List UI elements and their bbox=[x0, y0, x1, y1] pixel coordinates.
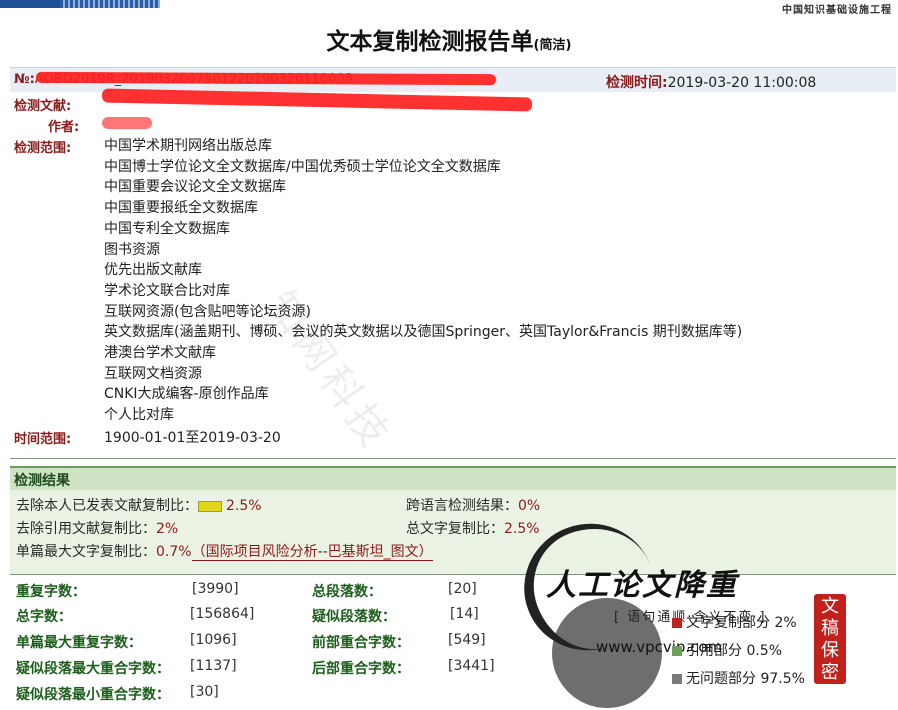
legend-copy-part: 文字复制部分 2% bbox=[672, 612, 797, 632]
section-divider bbox=[10, 458, 896, 459]
total-chars-value: [156864] bbox=[190, 606, 255, 622]
single-max-value: 0.7% bbox=[156, 544, 192, 560]
total-ratio: 总文字复制比：2.5% bbox=[406, 518, 540, 538]
scope-item: 中国重要会议论文全文数据库 bbox=[104, 179, 286, 196]
scope-item: 中国博士学位论文全文数据库/中国优秀硕士学位论文全文数据库 bbox=[104, 158, 501, 175]
self-excluded-value: 2.5% bbox=[226, 498, 262, 514]
scope-list: 中国学术期刊网络出版总库 中国博士学位论文全文数据库/中国优秀硕士学位论文全文数… bbox=[104, 136, 742, 426]
quote-excluded-ratio: 去除引用文献复制比：2% bbox=[16, 518, 178, 538]
result-section-header: 检测结果 bbox=[10, 466, 896, 491]
org-name: 中国知识基础设施工程 bbox=[782, 5, 892, 16]
cross-lang-value: 0% bbox=[518, 498, 541, 514]
single-max-repeat-value: [1096] bbox=[190, 632, 237, 648]
self-excluded-ratio: 去除本人已发表文献复制比： 2.5% bbox=[16, 495, 262, 515]
front-overlap-label: 前部重合字数： bbox=[312, 635, 410, 651]
ratio-bar-icon bbox=[198, 500, 222, 512]
brand-logo-text: 人工论文降重 bbox=[546, 568, 738, 603]
detect-time: 检测时间:2019-03-20 11:00:08 bbox=[606, 72, 816, 92]
single-max-source-link[interactable]: （国际项目风险分析--巴基斯坦_图文） bbox=[191, 544, 433, 561]
total-ratio-value: 2.5% bbox=[504, 521, 540, 537]
single-max-ratio: 单篇最大文字复制比：0.7%（国际项目风险分析--巴基斯坦_图文） bbox=[16, 541, 433, 561]
suspect-para-min-value: [30] bbox=[190, 684, 219, 700]
scope-item: 互联网资源(包含贴吧等论坛资源) bbox=[104, 303, 311, 320]
scope-item: 中国专利全文数据库 bbox=[104, 220, 230, 237]
suspect-paras-value: [14] bbox=[450, 606, 479, 622]
time-range-value: 1900-01-01至2019-03-20 bbox=[104, 430, 281, 446]
author-label: 作者: bbox=[48, 120, 80, 135]
cross-lang-result: 跨语言检测结果：0% bbox=[406, 495, 540, 515]
scope-item: 个人比对库 bbox=[104, 407, 174, 424]
report-title-suffix: (简洁) bbox=[533, 38, 572, 53]
page-title: 文本复制检测报告单(简洁) bbox=[0, 22, 898, 56]
detect-time-value: 2019-03-20 11:00:08 bbox=[667, 75, 817, 91]
suspect-para-max-label: 疑似段落最大重合字数： bbox=[16, 661, 170, 677]
total-chars-label: 总字数： bbox=[16, 609, 72, 625]
single-max-repeat-label: 单篇最大重复字数： bbox=[16, 635, 142, 651]
back-overlap-value: [3441] bbox=[448, 658, 495, 674]
total-paras-label: 总段落数： bbox=[312, 584, 382, 600]
legend-swatch-copy bbox=[672, 618, 682, 628]
report-title: 文本复制检测报告单 bbox=[326, 29, 534, 55]
cnki-logo bbox=[0, 0, 160, 8]
scope-item: CNKI大成编客-原创作品库 bbox=[104, 386, 269, 403]
seal-stamp: 文稿保密 bbox=[814, 594, 846, 684]
result-section-title: 检测结果 bbox=[14, 473, 70, 489]
scope-item: 优先出版文献库 bbox=[104, 262, 202, 279]
back-overlap-label: 后部重合字数： bbox=[312, 661, 410, 677]
single-max-label: 单篇最大文字复制比： bbox=[16, 544, 156, 560]
report-number-label: №: bbox=[14, 72, 35, 87]
suspect-para-min-label: 疑似段落最小重合字数： bbox=[16, 687, 170, 703]
scope-item: 学术论文联合比对库 bbox=[104, 282, 230, 299]
scope-item: 英文数据库(涵盖期刊、博硕、会议的英文数据以及德国Springer、英国Tayl… bbox=[104, 324, 743, 341]
scope-label: 检测范围: bbox=[14, 141, 72, 156]
scope-item: 中国重要报纸全文数据库 bbox=[104, 200, 258, 217]
repeat-chars-label: 重复字数： bbox=[16, 584, 86, 600]
suspect-paras-label: 疑似段落数： bbox=[312, 609, 396, 625]
detect-time-label: 检测时间: bbox=[606, 75, 668, 91]
suspect-para-max-value: [1137] bbox=[190, 658, 237, 674]
cross-lang-label: 跨语言检测结果： bbox=[406, 498, 518, 514]
quote-excluded-label: 去除引用文献复制比： bbox=[16, 521, 156, 537]
section-divider bbox=[10, 574, 896, 575]
legend-ok-part: 无问题部分 97.5% bbox=[672, 668, 805, 688]
legend-swatch-quote bbox=[672, 646, 682, 656]
scope-item: 图书资源 bbox=[104, 241, 160, 258]
front-overlap-value: [549] bbox=[448, 632, 486, 648]
legend-swatch-ok bbox=[672, 674, 682, 684]
time-range-label: 时间范围: bbox=[14, 432, 72, 447]
total-paras-value: [20] bbox=[448, 581, 477, 597]
self-excluded-label: 去除本人已发表文献复制比： bbox=[16, 498, 198, 514]
repeat-chars-value: [3990] bbox=[192, 581, 239, 597]
legend-quote-part: 引用部分 0.5% bbox=[672, 640, 782, 660]
doc-label: 检测文献: bbox=[14, 99, 72, 114]
scope-item: 中国学术期刊网络出版总库 bbox=[104, 138, 272, 154]
quote-excluded-value: 2% bbox=[156, 521, 179, 537]
redaction-mark bbox=[102, 117, 152, 129]
scope-item: 互联网文档资源 bbox=[104, 365, 202, 382]
total-ratio-label: 总文字复制比： bbox=[406, 521, 504, 537]
scope-item: 港澳台学术文献库 bbox=[104, 345, 216, 362]
